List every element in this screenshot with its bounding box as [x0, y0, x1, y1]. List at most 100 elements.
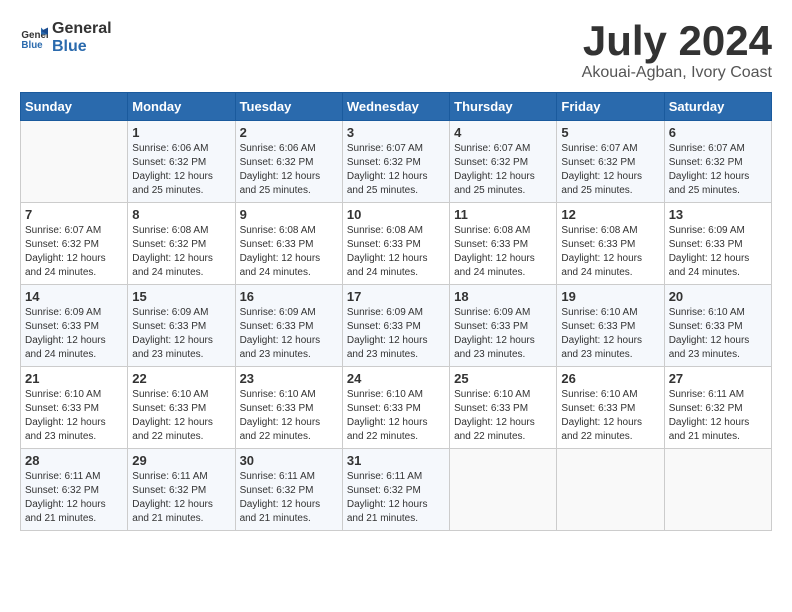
day-info: Sunrise: 6:10 AMSunset: 6:33 PMDaylight:…	[454, 389, 535, 442]
weekday-header-tuesday: Tuesday	[235, 93, 342, 121]
day-number: 25	[454, 371, 552, 386]
calendar-week-5: 28 Sunrise: 6:11 AMSunset: 6:32 PMDayligh…	[21, 449, 772, 531]
day-info: Sunrise: 6:11 AMSunset: 6:32 PMDaylight:…	[25, 471, 106, 524]
calendar-cell	[450, 449, 557, 531]
calendar-cell: 29 Sunrise: 6:11 AMSunset: 6:32 PMDayligh…	[128, 449, 235, 531]
calendar-cell: 3 Sunrise: 6:07 AMSunset: 6:32 PMDaylight…	[342, 121, 449, 203]
calendar-cell: 2Sunrise: 6:06 AMSunset: 6:32 PMDaylight…	[235, 121, 342, 203]
day-info: Sunrise: 6:11 AMSunset: 6:32 PMDaylight:…	[669, 389, 750, 442]
calendar-cell: 16Sunrise: 6:09 AMSunset: 6:33 PMDayligh…	[235, 285, 342, 367]
day-number: 6	[669, 125, 767, 140]
calendar-cell: 25 Sunrise: 6:10 AMSunset: 6:33 PMDayligh…	[450, 367, 557, 449]
calendar-cell: 19 Sunrise: 6:10 AMSunset: 6:33 PMDayligh…	[557, 285, 664, 367]
day-number: 8	[132, 207, 230, 222]
day-info: Sunrise: 6:08 AMSunset: 6:33 PMDaylight:…	[240, 225, 321, 278]
calendar-cell: 13 Sunrise: 6:09 AMSunset: 6:33 PMDayligh…	[664, 203, 771, 285]
day-number: 5	[561, 125, 659, 140]
calendar-cell	[664, 449, 771, 531]
logo-general-text: General	[52, 20, 112, 38]
weekday-header-monday: Monday	[128, 93, 235, 121]
calendar-cell: 5 Sunrise: 6:07 AMSunset: 6:32 PMDaylight…	[557, 121, 664, 203]
weekday-header-sunday: Sunday	[21, 93, 128, 121]
day-info: Sunrise: 6:10 AMSunset: 6:33 PMDaylight:…	[347, 389, 428, 442]
calendar-cell: 10Sunrise: 6:08 AMSunset: 6:33 PMDayligh…	[342, 203, 449, 285]
month-title: July 2024	[582, 20, 772, 62]
day-number: 9	[240, 207, 338, 222]
day-number: 1	[132, 125, 230, 140]
weekday-header-friday: Friday	[557, 93, 664, 121]
day-number: 14	[25, 289, 123, 304]
calendar-cell	[557, 449, 664, 531]
day-info: Sunrise: 6:09 AMSunset: 6:33 PMDaylight:…	[669, 225, 750, 278]
location-title: Akouai-Agban, Ivory Coast	[582, 64, 772, 82]
logo-blue-text: Blue	[52, 38, 112, 56]
calendar-cell: 11Sunrise: 6:08 AMSunset: 6:33 PMDayligh…	[450, 203, 557, 285]
weekday-header-wednesday: Wednesday	[342, 93, 449, 121]
day-number: 29	[132, 453, 230, 468]
day-info: Sunrise: 6:09 AMSunset: 6:33 PMDaylight:…	[454, 307, 535, 360]
day-info: Sunrise: 6:06 AMSunset: 6:32 PMDaylight:…	[132, 143, 213, 196]
day-number: 26	[561, 371, 659, 386]
day-info: Sunrise: 6:09 AMSunset: 6:33 PMDaylight:…	[132, 307, 213, 360]
day-number: 21	[25, 371, 123, 386]
calendar-cell: 1 Sunrise: 6:06 AMSunset: 6:32 PMDaylight…	[128, 121, 235, 203]
calendar-cell: 27 Sunrise: 6:11 AMSunset: 6:32 PMDayligh…	[664, 367, 771, 449]
day-info: Sunrise: 6:08 AMSunset: 6:32 PMDaylight:…	[132, 225, 213, 278]
title-section: July 2024 Akouai-Agban, Ivory Coast	[582, 20, 772, 82]
day-info: Sunrise: 6:09 AMSunset: 6:33 PMDaylight:…	[347, 307, 428, 360]
calendar-cell: 4 Sunrise: 6:07 AMSunset: 6:32 PMDaylight…	[450, 121, 557, 203]
day-info: Sunrise: 6:10 AMSunset: 6:33 PMDaylight:…	[561, 307, 642, 360]
calendar-cell: 30Sunrise: 6:11 AMSunset: 6:32 PMDayligh…	[235, 449, 342, 531]
calendar-cell: 7Sunrise: 6:07 AMSunset: 6:32 PMDaylight…	[21, 203, 128, 285]
day-info: Sunrise: 6:08 AMSunset: 6:33 PMDaylight:…	[561, 225, 642, 278]
logo-icon: General Blue	[20, 24, 48, 52]
calendar-table: SundayMondayTuesdayWednesdayThursdayFrid…	[20, 92, 772, 531]
calendar-cell: 24 Sunrise: 6:10 AMSunset: 6:33 PMDayligh…	[342, 367, 449, 449]
calendar-cell: 9 Sunrise: 6:08 AMSunset: 6:33 PMDaylight…	[235, 203, 342, 285]
day-info: Sunrise: 6:07 AMSunset: 6:32 PMDaylight:…	[347, 143, 428, 196]
day-info: Sunrise: 6:10 AMSunset: 6:33 PMDaylight:…	[25, 389, 106, 442]
day-number: 10	[347, 207, 445, 222]
day-info: Sunrise: 6:11 AMSunset: 6:32 PMDaylight:…	[132, 471, 213, 524]
day-info: Sunrise: 6:07 AMSunset: 6:32 PMDaylight:…	[561, 143, 642, 196]
day-number: 22	[132, 371, 230, 386]
day-number: 16	[240, 289, 338, 304]
calendar-cell: 28 Sunrise: 6:11 AMSunset: 6:32 PMDayligh…	[21, 449, 128, 531]
day-info: Sunrise: 6:08 AMSunset: 6:33 PMDaylight:…	[454, 225, 535, 278]
day-number: 30	[240, 453, 338, 468]
calendar-cell: 18Sunrise: 6:09 AMSunset: 6:33 PMDayligh…	[450, 285, 557, 367]
day-info: Sunrise: 6:11 AMSunset: 6:32 PMDaylight:…	[347, 471, 428, 524]
weekday-header-saturday: Saturday	[664, 93, 771, 121]
day-info: Sunrise: 6:10 AMSunset: 6:33 PMDaylight:…	[561, 389, 642, 442]
day-number: 4	[454, 125, 552, 140]
weekday-header-thursday: Thursday	[450, 93, 557, 121]
calendar-cell: 31Sunrise: 6:11 AMSunset: 6:32 PMDayligh…	[342, 449, 449, 531]
calendar-cell	[21, 121, 128, 203]
day-info: Sunrise: 6:09 AMSunset: 6:33 PMDaylight:…	[25, 307, 106, 360]
day-info: Sunrise: 6:06 AMSunset: 6:32 PMDaylight:…	[240, 143, 321, 196]
day-number: 17	[347, 289, 445, 304]
day-number: 24	[347, 371, 445, 386]
day-number: 28	[25, 453, 123, 468]
calendar-week-3: 14 Sunrise: 6:09 AMSunset: 6:33 PMDayligh…	[21, 285, 772, 367]
calendar-week-1: 1 Sunrise: 6:06 AMSunset: 6:32 PMDaylight…	[21, 121, 772, 203]
day-info: Sunrise: 6:07 AMSunset: 6:32 PMDaylight:…	[669, 143, 750, 196]
day-info: Sunrise: 6:10 AMSunset: 6:33 PMDaylight:…	[669, 307, 750, 360]
calendar-cell: 12Sunrise: 6:08 AMSunset: 6:33 PMDayligh…	[557, 203, 664, 285]
weekday-header-row: SundayMondayTuesdayWednesdayThursdayFrid…	[21, 93, 772, 121]
day-info: Sunrise: 6:10 AMSunset: 6:33 PMDaylight:…	[132, 389, 213, 442]
day-number: 3	[347, 125, 445, 140]
calendar-week-4: 21 Sunrise: 6:10 AMSunset: 6:33 PMDayligh…	[21, 367, 772, 449]
day-info: Sunrise: 6:07 AMSunset: 6:32 PMDaylight:…	[454, 143, 535, 196]
calendar-cell: 23Sunrise: 6:10 AMSunset: 6:33 PMDayligh…	[235, 367, 342, 449]
day-number: 27	[669, 371, 767, 386]
calendar-cell: 14 Sunrise: 6:09 AMSunset: 6:33 PMDayligh…	[21, 285, 128, 367]
calendar-cell: 21 Sunrise: 6:10 AMSunset: 6:33 PMDayligh…	[21, 367, 128, 449]
day-number: 19	[561, 289, 659, 304]
day-info: Sunrise: 6:07 AMSunset: 6:32 PMDaylight:…	[25, 225, 106, 278]
calendar-cell: 26 Sunrise: 6:10 AMSunset: 6:33 PMDayligh…	[557, 367, 664, 449]
calendar-cell: 17 Sunrise: 6:09 AMSunset: 6:33 PMDayligh…	[342, 285, 449, 367]
calendar-cell: 20Sunrise: 6:10 AMSunset: 6:33 PMDayligh…	[664, 285, 771, 367]
calendar-cell: 22 Sunrise: 6:10 AMSunset: 6:33 PMDayligh…	[128, 367, 235, 449]
day-number: 13	[669, 207, 767, 222]
